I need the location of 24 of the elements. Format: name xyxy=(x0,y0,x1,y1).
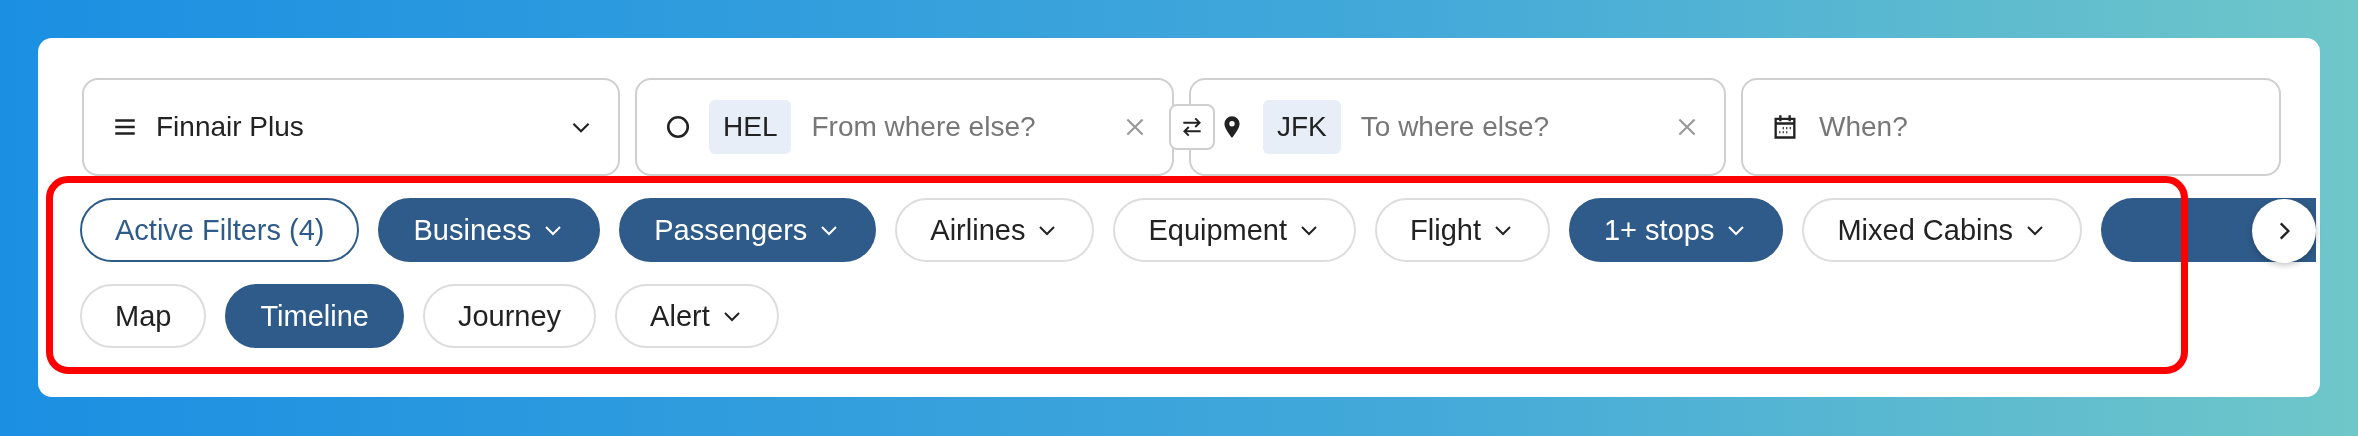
origin-input[interactable]: From where else? xyxy=(809,110,1104,144)
filter-chip[interactable]: Mixed Cabins xyxy=(1802,198,2083,262)
filter-chip[interactable]: Alert xyxy=(615,284,779,348)
airport-code-tag: HEL xyxy=(709,100,792,154)
filter-chip[interactable]: Passengers xyxy=(619,198,877,262)
airport-code-tag: JFK xyxy=(1263,100,1341,154)
swap-button[interactable] xyxy=(1169,104,1215,150)
origin-field[interactable]: HEL From where else? xyxy=(635,78,1174,176)
filter-chip[interactable]: Business xyxy=(378,198,601,262)
date-input[interactable]: When? xyxy=(1817,110,2255,144)
filter-chip[interactable]: 1+ stops xyxy=(1569,198,1784,262)
filter-chip[interactable]: Active Filters (4) xyxy=(80,198,360,262)
filter-chip[interactable]: Flight xyxy=(1375,198,1550,262)
circle-icon xyxy=(665,114,691,140)
filter-chip[interactable]: Journey xyxy=(422,284,597,348)
filter-chip[interactable]: Timeline xyxy=(225,284,404,348)
destination-input[interactable]: To where else? xyxy=(1358,110,1656,144)
destination-field[interactable]: JFK To where else? xyxy=(1189,78,1726,176)
filter-chip[interactable]: Airlines xyxy=(895,198,1095,262)
date-field[interactable]: When? xyxy=(1741,78,2281,176)
program-select[interactable]: Finnair Plus xyxy=(82,78,620,176)
filter-chip[interactable]: Equipment xyxy=(1113,198,1357,262)
filter-chip[interactable]: Map xyxy=(80,284,207,348)
program-value: Finnair Plus xyxy=(156,111,305,143)
